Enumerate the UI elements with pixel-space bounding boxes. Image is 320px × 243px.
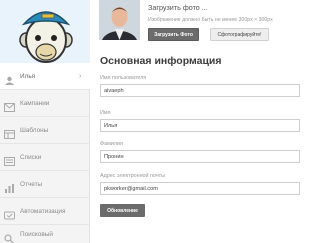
sidebar-item-label: Кампании: [20, 99, 50, 107]
upload-photo-hint: Изображение должно быть не менее 300px ×…: [148, 17, 273, 23]
search-icon: [4, 230, 15, 243]
template-icon: [4, 126, 15, 139]
mailchimp-logo[interactable]: [0, 0, 90, 63]
upload-photo-button[interactable]: Загрузить Фото: [148, 28, 199, 41]
reports-icon: [4, 180, 15, 193]
sidebar-item-reports[interactable]: Отчеты: [0, 171, 90, 198]
sidebar-item-label: Отчеты: [20, 180, 43, 188]
lastname-label: Фамилия: [100, 141, 123, 147]
firstname-label: Имя: [100, 110, 111, 116]
lastname-field[interactable]: [100, 150, 300, 163]
avatar-icon: [99, 0, 140, 55]
automation-icon: [4, 207, 15, 219]
username-field[interactable]: [100, 84, 300, 97]
envelope-icon: [4, 99, 15, 112]
sidebar: Илья › Кампании Шаблоны Списки Отчеты Ав…: [0, 0, 90, 243]
sidebar-item-label: Шаблоны: [20, 126, 49, 134]
email-label: Адрес электронной почты: [100, 173, 166, 179]
sidebar-item-label: Поисковый: [20, 230, 53, 238]
update-button[interactable]: Обновление: [100, 204, 145, 217]
sidebar-item-label: Списки: [20, 153, 42, 161]
chevron-right-icon: ›: [79, 72, 82, 80]
sidebar-item-lists[interactable]: Списки: [0, 144, 90, 171]
sidebar-item-search[interactable]: Поисковый: [0, 225, 90, 243]
list-icon: [4, 153, 15, 166]
username-label: Имя пользователя: [100, 75, 147, 81]
firstname-field[interactable]: [100, 119, 300, 132]
sidebar-item-campaigns[interactable]: Кампании: [0, 90, 90, 117]
sidebar-item-user[interactable]: Илья ›: [0, 63, 90, 90]
chimp-logo-icon: [19, 11, 73, 63]
sidebar-item-label: Илья: [20, 72, 36, 80]
upload-photo-title: Загрузить фото ...: [148, 3, 208, 12]
sidebar-item-templates[interactable]: Шаблоны: [0, 117, 90, 144]
sidebar-item-automation[interactable]: Автоматизация: [0, 198, 90, 225]
email-field[interactable]: [100, 182, 300, 195]
section-title: Основная информация: [100, 55, 222, 67]
take-photo-button[interactable]: Сфотографируйте!: [210, 28, 269, 41]
user-icon: [4, 72, 15, 85]
profile-photo: [99, 0, 140, 55]
sidebar-item-label: Автоматизация: [20, 207, 66, 215]
